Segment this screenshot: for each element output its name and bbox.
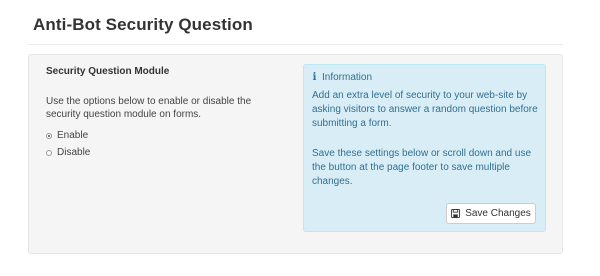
floppy-disk-icon <box>451 209 461 218</box>
save-changes-button[interactable]: Save Changes <box>446 203 536 224</box>
info-paragraph-1: Add an extra level of security to your w… <box>312 90 538 129</box>
module-title: Security Question Module <box>46 66 170 77</box>
radio-label-disable: Disable <box>57 147 91 158</box>
radio-label-enable: Enable <box>57 130 89 141</box>
page-title: Anti-Bot Security Question <box>33 15 253 34</box>
settings-page: Anti-Bot Security Question Security Ques… <box>0 0 600 276</box>
radio-option-disable[interactable]: Disable <box>46 146 90 159</box>
info-icon: i <box>312 72 317 83</box>
save-button-label: Save Changes <box>465 208 531 219</box>
radio-button-disable[interactable] <box>46 149 52 156</box>
module-description: Use the options below to enable or disab… <box>46 96 252 120</box>
info-heading: i Information <box>312 72 372 83</box>
radio-option-enable[interactable]: Enable <box>46 129 88 142</box>
info-heading-label: Information <box>322 72 373 83</box>
info-paragraph-2: Save these settings below or scroll down… <box>312 148 532 187</box>
title-divider <box>28 44 563 45</box>
radio-button-enable[interactable] <box>46 132 52 139</box>
